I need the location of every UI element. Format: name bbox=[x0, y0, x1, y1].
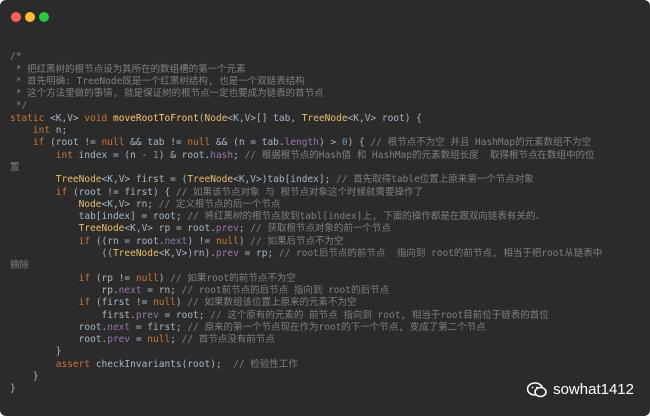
code-line: */ bbox=[10, 100, 28, 112]
code-line: } bbox=[10, 346, 62, 358]
code-line: * 首先明确: TreeNode既是一个红黑树结构, 也是一个双链表结构 bbox=[10, 75, 305, 87]
zoom-window-button[interactable] bbox=[39, 12, 49, 22]
code-line: if (rp != null) // 如果root的前节点不为空 bbox=[78, 272, 296, 284]
close-window-button[interactable] bbox=[11, 12, 21, 22]
code-line: ((TreeNode<K,V>)rn).prev = rp; // root后节… bbox=[10, 248, 603, 260]
code-line: 置 bbox=[10, 161, 20, 173]
watermark-text: sowhat1412 bbox=[553, 381, 634, 398]
code-line: 摘除 bbox=[10, 260, 30, 272]
code-window: /* * 把红黑树的根节点设为其所在的数组槽的第一个元素 * 首先明确: Tre… bbox=[0, 0, 650, 416]
code-line: /* bbox=[10, 51, 22, 63]
code-line: TreeNode<K,V> first = (TreeNode<K,V>)tab… bbox=[55, 174, 534, 186]
wechat-icon bbox=[527, 381, 547, 397]
code-block: /* * 把红黑树的根节点设为其所在的数组槽的第一个元素 * 首先明确: Tre… bbox=[10, 39, 640, 396]
code-line: * 把红黑树的根节点设为其所在的数组槽的第一个元素 bbox=[10, 63, 246, 75]
code-line: int index = (n - 1) & root.hash; // 根据根节… bbox=[55, 149, 595, 161]
code-line: static <K,V> void moveRootToFront(Node<K… bbox=[10, 112, 422, 124]
code-line: Node<K,V> rn; // 定义根节点的后一个节点 bbox=[78, 198, 281, 210]
code-line: root.next = first; // 原来的第一个节点现在作为root的下… bbox=[10, 321, 486, 333]
code-line: if (root != null && tab != null && (n = … bbox=[32, 137, 592, 149]
code-line: assert checkInvariants(root); // 检验性工作 bbox=[55, 358, 298, 370]
code-line: rp.next = rn; // root前节点的后节点 指向到 root的后节… bbox=[10, 284, 389, 296]
minimize-window-button[interactable] bbox=[25, 12, 35, 22]
code-line: TreeNode<K,V> rp = root.prev; // 获取根节点对象… bbox=[78, 223, 391, 235]
code-line: root.prev = null; // 首节点没有前节点 bbox=[10, 334, 275, 346]
code-line: first.prev = root; // 这个原有的元素的 前节点 指向到 r… bbox=[10, 309, 549, 321]
code-line: if ((rn = root.next) != null) // 如果后节点不为… bbox=[78, 235, 344, 247]
code-line: tab[index] = root; // 将红黑树的根节点放到tabl[ind… bbox=[10, 211, 545, 223]
code-line: if (first != null) // 如果数组该位置上原来的元素不为空 bbox=[78, 297, 357, 309]
watermark: sowhat1412 bbox=[527, 381, 634, 398]
code-line: * 这个方法里做的事情, 就是保证树的根节点一定也要成为链表的首节点 bbox=[10, 88, 324, 100]
code-line: if (root != first) { // 如果该节点对象 与 根节点对象这… bbox=[55, 186, 423, 198]
window-titlebar bbox=[0, 0, 650, 32]
code-line: int n; bbox=[32, 125, 68, 137]
